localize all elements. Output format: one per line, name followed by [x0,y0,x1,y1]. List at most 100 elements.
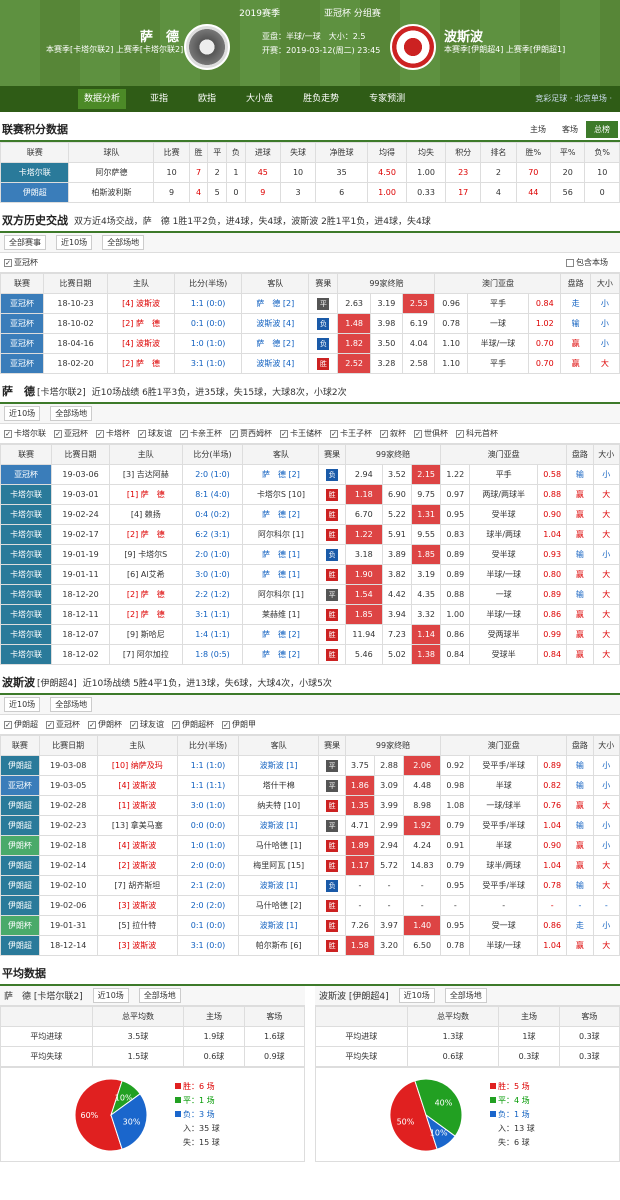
table-cell[interactable]: 阿尔萨德 [68,162,155,183]
filter-checkbox[interactable]: ✓ 卡塔尔联 [4,428,46,439]
league-cell[interactable]: 亚冠杯 [0,464,53,485]
nav-item-trend[interactable]: 胜负走势 [297,89,345,109]
filter-checkbox[interactable]: ✓ 亚冠杯 [54,428,88,439]
avg-filter-count[interactable]: 近10场 [92,988,129,1003]
tab-total[interactable]: 总榜 [586,120,618,138]
nav-item-analysis[interactable]: 数据分析 [78,89,127,109]
h2h-check-acl[interactable]: ✓ 亚冠杯 [4,257,38,268]
score-cell[interactable]: 3:1 (1:0) [173,353,243,374]
filter-checkbox[interactable]: ✓ 叙杯 [380,428,406,439]
away-team-cell[interactable]: 波斯波 [4] [241,353,310,374]
league-cell[interactable]: 卡塔尔联 [0,504,53,525]
nav-right-links[interactable]: 竞彩足球 · 北京单场 · [535,93,612,104]
score-cell[interactable]: 2:0 (1:0) [181,544,244,565]
away-team-cell[interactable]: 帕尔斯布 [6] [237,935,320,956]
league-cell[interactable]: 伊朗超 [0,795,40,816]
filter-checkbox[interactable]: ✓ 伊朗超 [4,719,38,730]
league-cell[interactable]: 亚冠杯 [0,775,40,796]
league-cell[interactable]: 伊朗超 [0,755,40,776]
home-team-cell[interactable]: [7] 阿尔加拉 [108,644,183,665]
league-cell[interactable]: 卡塔尔联 [0,524,53,545]
tab-home[interactable]: 主场 [522,121,554,138]
away-team-cell[interactable]: 萨 德 [1] [242,544,320,565]
league-cell[interactable]: 伊朗杯 [0,835,40,856]
home-team-cell[interactable]: [2] 波斯波 [96,855,179,876]
score-cell[interactable]: 1:0 (1:0) [173,333,243,354]
score-cell[interactable]: 3:0 (1:0) [181,564,244,585]
home-team-cell[interactable]: [2] 萨 德 [107,313,175,334]
h2h-filter-count[interactable]: 近10场 [56,235,93,250]
sadd-filter-venue[interactable]: 全部场地 [50,406,93,421]
avg-filter-venue[interactable]: 全部场地 [444,988,487,1003]
away-team-cell[interactable]: 波斯波 [1] [237,815,320,836]
away-team-cell[interactable]: 萨 德 [1] [242,564,320,585]
league-cell[interactable]: 伊朗杯 [0,915,40,936]
score-cell[interactable]: 0:0 (0:0) [177,815,239,836]
score-cell[interactable]: 3:1 (1:1) [181,604,244,625]
filter-checkbox[interactable]: ✓ 球友谊 [138,428,172,439]
home-team-cell[interactable]: [5] 拉什特 [96,915,179,936]
score-cell[interactable]: 1:8 (0:5) [181,644,244,665]
filter-checkbox[interactable]: ✓ 球友谊 [130,719,164,730]
home-team-cell[interactable]: [4] 波斯波 [107,333,175,354]
away-team-cell[interactable]: 萨 德 [2] [241,333,310,354]
filter-checkbox[interactable]: ✓ 伊朗甲 [222,719,256,730]
league-cell[interactable]: 卡塔尔联 [0,484,53,505]
home-team-cell[interactable]: [2] 萨 德 [108,584,183,605]
home-team-cell[interactable]: [3] 波斯波 [96,895,179,916]
score-cell[interactable]: 1:1 (1:0) [177,755,239,776]
h2h-filter-events[interactable]: 全部赛事 [4,235,46,250]
avg-filter-count[interactable]: 近10场 [398,988,435,1003]
home-team-cell[interactable]: [9] 卡塔尔S [108,544,183,565]
league-cell[interactable]: 卡塔尔联 [0,644,53,665]
league-cell[interactable]: 伊朗超 [0,855,40,876]
home-team-cell[interactable]: [4] 波斯波 [96,775,179,796]
away-team-name[interactable]: 波斯波 [444,26,483,45]
league-cell[interactable]: 伊朗超 [0,815,40,836]
home-team-cell[interactable]: [9] 斯哈尼 [108,624,183,645]
home-team-cell[interactable]: [2] 萨 德 [108,524,183,545]
score-cell[interactable]: 2:0 (2:0) [177,895,239,916]
league-cell[interactable]: 亚冠杯 [0,353,44,374]
filter-checkbox[interactable]: ✓ 伊朗超杯 [172,719,214,730]
score-cell[interactable]: 0:4 (0:2) [181,504,244,525]
home-team-cell[interactable]: [1] 波斯波 [96,795,179,816]
away-team-cell[interactable]: 马什哈德 [1] [237,835,320,856]
pers-filter-venue[interactable]: 全部场地 [50,697,93,712]
score-cell[interactable]: 3:1 (0:0) [177,935,239,956]
away-team-cell[interactable]: 波斯波 [4] [241,313,310,334]
away-team-cell[interactable]: 阿尔科尔 [1] [242,584,320,605]
filter-checkbox[interactable]: ✓ 贾西姆杯 [230,428,272,439]
score-cell[interactable]: 8:1 (4:0) [181,484,244,505]
score-cell[interactable]: 1:1 (0:0) [173,293,243,314]
nav-item-asian[interactable]: 亚指 [144,89,174,109]
sadd-filter-count[interactable]: 近10场 [4,406,41,421]
home-team-cell[interactable]: [3] 波斯波 [96,935,179,956]
score-cell[interactable]: 2:0 (0:0) [177,855,239,876]
score-cell[interactable]: 2:2 (1:2) [181,584,244,605]
filter-checkbox[interactable]: ✓ 科元首杯 [456,428,498,439]
tab-away[interactable]: 客场 [554,121,586,138]
filter-checkbox[interactable]: ✓ 卡亲王杯 [180,428,222,439]
league-cell[interactable]: 伊朗超 [0,895,40,916]
score-cell[interactable]: 6:2 (3:1) [181,524,244,545]
home-team-cell[interactable]: [2] 萨 德 [107,353,175,374]
away-team-cell[interactable]: 塔什干棉 [237,775,320,796]
h2h-check-include[interactable]: 包含本场 [566,257,608,268]
home-team-cell[interactable]: [7] 胡齐斯坦 [96,875,179,896]
nav-item-expert[interactable]: 专家预测 [363,89,411,109]
home-team-cell[interactable]: [4] 赖扬 [108,504,183,525]
home-team-cell[interactable]: [13] 拿美马塞 [96,815,179,836]
h2h-filter-venue[interactable]: 全部场地 [102,235,145,250]
away-team-cell[interactable]: 萨 德 [2] [242,464,320,485]
score-cell[interactable]: 2:1 (2:0) [177,875,239,896]
score-cell[interactable]: 1:0 (1:0) [177,835,239,856]
away-team-cell[interactable]: 莱赫维 [1] [242,604,320,625]
away-team-cell[interactable]: 波斯波 [1] [237,915,320,936]
score-cell[interactable]: 0:1 (0:0) [177,915,239,936]
score-cell[interactable]: 1:4 (1:1) [181,624,244,645]
nav-item-ou[interactable]: 大小盘 [240,89,279,109]
filter-checkbox[interactable]: ✓ 伊朗杯 [88,719,122,730]
home-team-cell[interactable]: [4] 波斯波 [107,293,175,314]
score-cell[interactable]: 0:1 (0:0) [173,313,243,334]
